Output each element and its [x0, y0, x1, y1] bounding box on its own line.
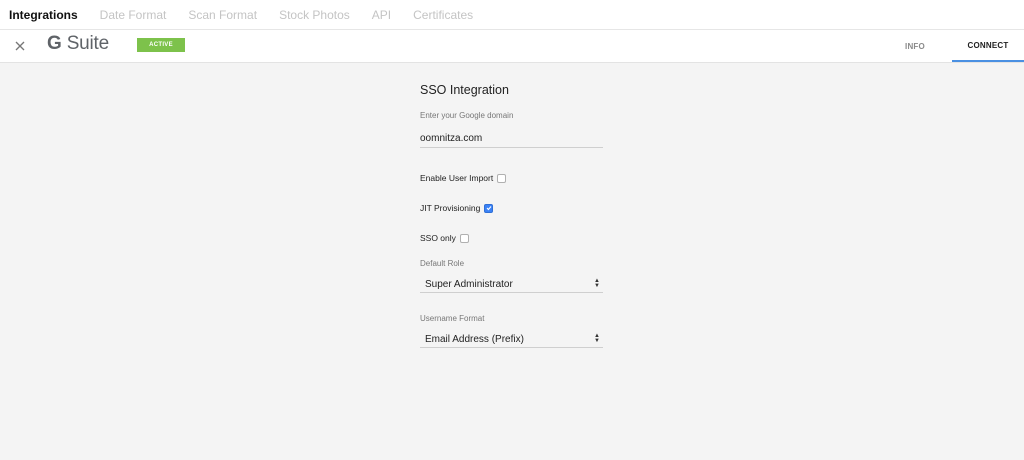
jit-provisioning-checkbox[interactable] — [484, 203, 494, 213]
domain-input[interactable] — [420, 129, 603, 148]
brand-name: Suite — [66, 33, 110, 54]
username-format-label: Username Format — [420, 314, 485, 323]
tab-info[interactable]: INFO — [892, 30, 938, 62]
enable-user-import-label: Enable User Import — [420, 173, 494, 183]
top-navigation: Integrations Date Format Scan Format Sto… — [0, 0, 1024, 30]
tab-api[interactable]: API — [372, 8, 391, 22]
sso-only-checkbox[interactable] — [459, 233, 469, 243]
domain-label: Enter your Google domain — [420, 111, 514, 120]
tab-date-format[interactable]: Date Format — [100, 8, 167, 22]
checkmark-icon — [486, 206, 492, 211]
select-arrows-icon: ▲ ▼ — [594, 333, 600, 344]
gsuite-logo: G Suite — [47, 33, 109, 55]
default-role-label: Default Role — [420, 259, 465, 268]
tab-connect[interactable]: CONNECT — [952, 30, 1024, 62]
select-arrows-icon: ▲ ▼ — [594, 278, 600, 289]
tab-scan-format[interactable]: Scan Format — [188, 8, 257, 22]
status-badge: ACTIVE — [137, 38, 185, 52]
close-icon — [15, 41, 25, 51]
default-role-select[interactable]: Super Administrator ▲ ▼ — [420, 277, 603, 293]
close-button[interactable] — [10, 36, 30, 56]
enable-user-import-row: Enable User Import — [420, 173, 507, 183]
jit-provisioning-label: JIT Provisioning — [420, 203, 481, 213]
tab-stock-photos[interactable]: Stock Photos — [279, 8, 350, 22]
username-format-value: Email Address (Prefix) — [425, 334, 524, 345]
integration-header: G Suite ACTIVE INFO CONNECT — [0, 30, 1024, 63]
brand-g: G — [47, 33, 62, 54]
default-role-value: Super Administrator — [425, 279, 513, 290]
sso-only-row: SSO only — [420, 233, 469, 243]
main-content: SSO Integration Enter your Google domain… — [0, 63, 1024, 460]
sso-only-label: SSO only — [420, 233, 456, 243]
tab-certificates[interactable]: Certificates — [413, 8, 473, 22]
tab-integrations[interactable]: Integrations — [9, 8, 78, 22]
enable-user-import-checkbox[interactable] — [497, 173, 507, 183]
jit-provisioning-row: JIT Provisioning — [420, 203, 494, 213]
username-format-select[interactable]: Email Address (Prefix) ▲ ▼ — [420, 332, 603, 348]
form-title: SSO Integration — [420, 83, 509, 97]
